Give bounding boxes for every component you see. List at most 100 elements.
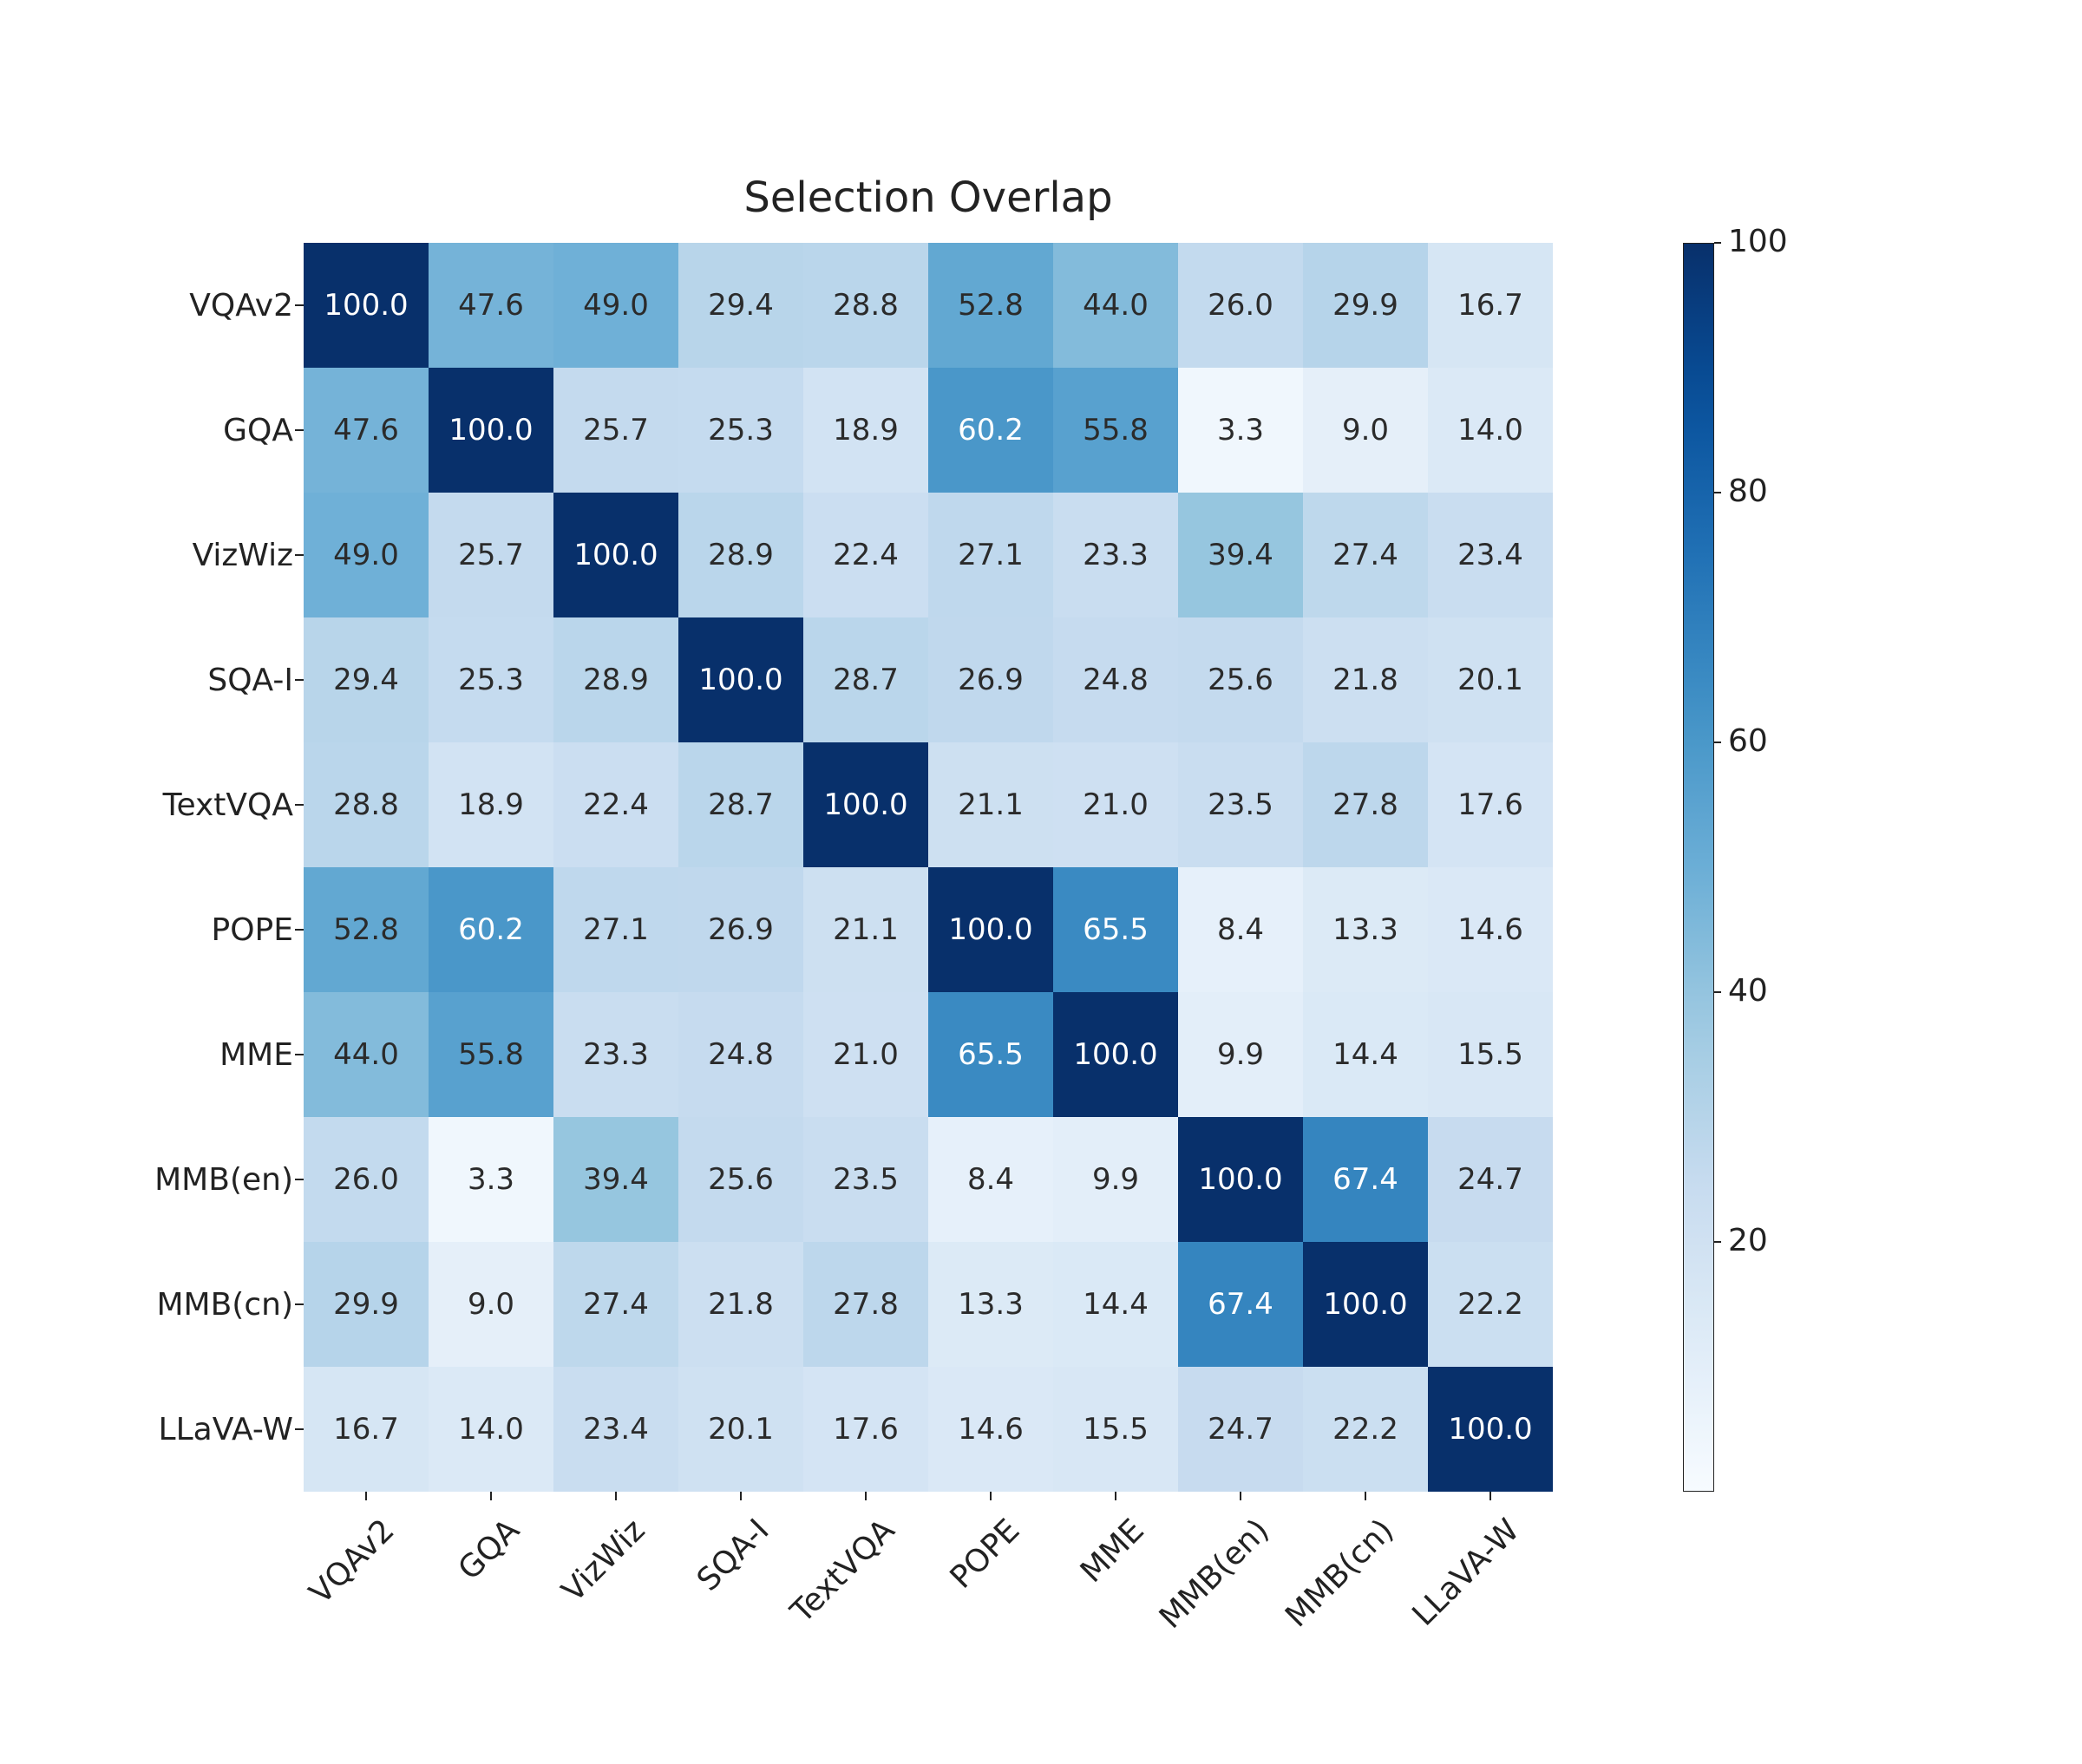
heatmap-cell: 8.4 <box>1178 867 1303 992</box>
x-axis-labels: VQAv2GQAVizWizSQA-ITextVQAPOPEMMEMMB(en)… <box>304 1504 1553 1764</box>
heatmap-cell: 16.7 <box>1428 243 1553 368</box>
heatmap-cell: 65.5 <box>928 992 1053 1117</box>
heatmap-cell: 100.0 <box>803 742 928 867</box>
heatmap-cell: 23.5 <box>1178 742 1303 867</box>
heatmap-cell: 21.1 <box>803 867 928 992</box>
heatmap-cell: 100.0 <box>1428 1367 1553 1492</box>
heatmap-cell: 22.2 <box>1303 1367 1428 1492</box>
heatmap-cell: 100.0 <box>553 493 678 617</box>
heatmap-cell: 23.3 <box>1053 493 1178 617</box>
heatmap-cell: 25.3 <box>429 617 553 742</box>
heatmap-cell: 16.7 <box>304 1367 429 1492</box>
y-axis-tick-label: SQA-I <box>0 617 304 742</box>
heatmap-cell: 22.4 <box>803 493 928 617</box>
heatmap-cell: 28.7 <box>678 742 803 867</box>
heatmap-cell: 21.1 <box>928 742 1053 867</box>
heatmap-cell: 9.0 <box>1303 368 1428 493</box>
x-axis-tick <box>1489 1492 1491 1500</box>
heatmap-cell: 24.7 <box>1428 1117 1553 1242</box>
colorbar <box>1683 243 1714 1492</box>
y-axis-tick <box>295 429 304 431</box>
colorbar-tick-label: 20 <box>1728 1223 1768 1258</box>
heatmap-cell: 14.0 <box>429 1367 553 1492</box>
x-axis-tick <box>615 1492 617 1500</box>
heatmap-cell: 100.0 <box>928 867 1053 992</box>
heatmap-cell: 23.4 <box>1428 493 1553 617</box>
heatmap-cell: 55.8 <box>1053 368 1178 493</box>
heatmap-cell: 49.0 <box>304 493 429 617</box>
heatmap-cell: 21.8 <box>1303 617 1428 742</box>
heatmap-cell: 23.4 <box>553 1367 678 1492</box>
heatmap-cell: 25.3 <box>678 368 803 493</box>
heatmap-cell: 29.4 <box>304 617 429 742</box>
heatmap-cell: 25.6 <box>1178 617 1303 742</box>
x-axis-tick-label: GQA <box>452 1512 527 1587</box>
y-axis-tick-label: MME <box>0 992 304 1117</box>
y-axis-tick-label: GQA <box>0 368 304 493</box>
heatmap-cell: 28.9 <box>553 617 678 742</box>
heatmap-cell: 21.0 <box>1053 742 1178 867</box>
x-axis-tick-label: VizWiz <box>555 1512 651 1609</box>
heatmap-cell: 27.1 <box>928 493 1053 617</box>
heatmap-cell: 24.7 <box>1178 1367 1303 1492</box>
heatmap-cell: 23.3 <box>553 992 678 1117</box>
heatmap-cell: 28.8 <box>803 243 928 368</box>
y-axis-labels: VQAv2GQAVizWizSQA-ITextVQAPOPEMMEMMB(en)… <box>0 243 304 1492</box>
x-axis-tick <box>990 1492 992 1500</box>
heatmap-cell: 60.2 <box>928 368 1053 493</box>
y-axis-tick <box>295 929 304 931</box>
colorbar-tick <box>1714 242 1721 244</box>
heatmap-cell: 27.8 <box>803 1242 928 1367</box>
heatmap-cell: 3.3 <box>429 1117 553 1242</box>
heatmap-cell: 26.9 <box>678 867 803 992</box>
heatmap-cell: 100.0 <box>1053 992 1178 1117</box>
heatmap-cell: 23.5 <box>803 1117 928 1242</box>
heatmap-cell: 25.6 <box>678 1117 803 1242</box>
heatmap-cell: 22.2 <box>1428 1242 1553 1367</box>
heatmap-cell: 20.1 <box>678 1367 803 1492</box>
heatmap-cell: 15.5 <box>1053 1367 1178 1492</box>
y-axis-tick <box>295 554 304 556</box>
heatmap-cell: 100.0 <box>1303 1242 1428 1367</box>
heatmap-cell: 49.0 <box>553 243 678 368</box>
heatmap-cell: 24.8 <box>1053 617 1178 742</box>
x-axis-tick <box>1115 1492 1116 1500</box>
heatmap-cell: 9.0 <box>429 1242 553 1367</box>
heatmap-cell: 26.9 <box>928 617 1053 742</box>
heatmap-cell: 67.4 <box>1178 1242 1303 1367</box>
x-axis-tick-label: TextVQA <box>784 1512 901 1630</box>
heatmap-cell: 29.4 <box>678 243 803 368</box>
heatmap-cell: 21.0 <box>803 992 928 1117</box>
colorbar-tick <box>1714 991 1721 993</box>
heatmap-cell: 28.7 <box>803 617 928 742</box>
y-axis-tick-label: VQAv2 <box>0 243 304 368</box>
x-axis-tick-label: POPE <box>943 1512 1026 1596</box>
heatmap-cell: 60.2 <box>429 867 553 992</box>
colorbar-gradient <box>1683 243 1714 1492</box>
x-axis-tick <box>365 1492 367 1500</box>
x-axis-tick <box>1240 1492 1241 1500</box>
heatmap-cell: 65.5 <box>1053 867 1178 992</box>
heatmap-cell: 52.8 <box>928 243 1053 368</box>
y-axis-tick <box>295 804 304 806</box>
heatmap-cell: 18.9 <box>429 742 553 867</box>
heatmap-cell: 47.6 <box>304 368 429 493</box>
y-axis-tick-label: MMB(en) <box>0 1117 304 1242</box>
y-axis-tick-label: LLaVA-W <box>0 1367 304 1492</box>
heatmap-cell: 8.4 <box>928 1117 1053 1242</box>
x-axis-tick-label: VQAv2 <box>303 1512 402 1611</box>
heatmap-cell: 9.9 <box>1178 992 1303 1117</box>
heatmap-cell: 18.9 <box>803 368 928 493</box>
colorbar-tick-label: 80 <box>1728 474 1768 509</box>
y-axis-tick <box>295 679 304 681</box>
heatmap-cell: 14.4 <box>1303 992 1428 1117</box>
heatmap-cell: 22.4 <box>553 742 678 867</box>
heatmap-cell: 3.3 <box>1178 368 1303 493</box>
heatmap-cell: 25.7 <box>553 368 678 493</box>
chart-canvas: Selection Overlap VQAv2GQAVizWizSQA-ITex… <box>0 0 2082 1735</box>
heatmap-cell: 27.4 <box>553 1242 678 1367</box>
heatmap-cell: 67.4 <box>1303 1117 1428 1242</box>
heatmap-cell: 17.6 <box>803 1367 928 1492</box>
heatmap-cell: 15.5 <box>1428 992 1553 1117</box>
heatmap-cell: 26.0 <box>1178 243 1303 368</box>
